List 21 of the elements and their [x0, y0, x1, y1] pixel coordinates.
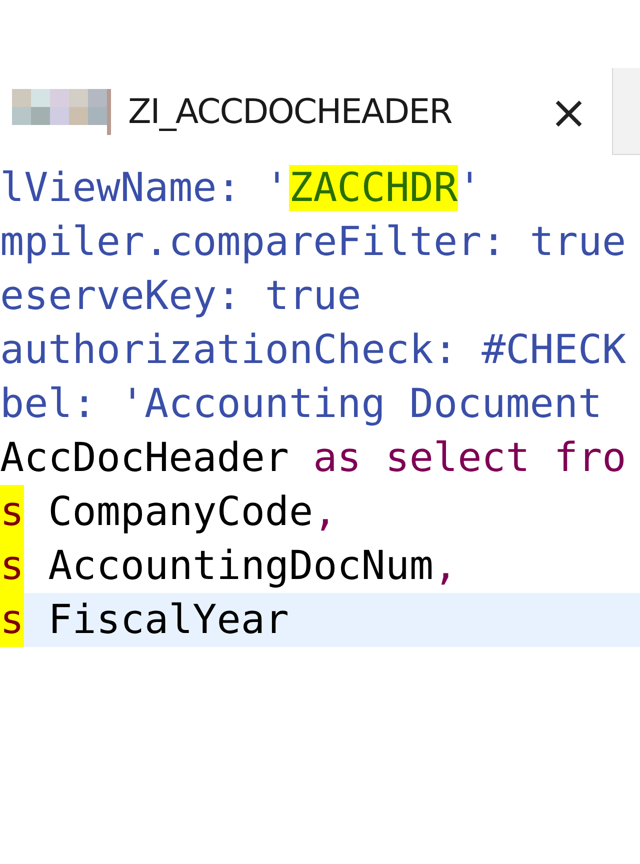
code-token: s [0, 485, 24, 539]
code-token: FiscalYear [47, 597, 289, 643]
blurred-icon [12, 88, 112, 134]
code-token: , [434, 543, 458, 589]
code-token: mpiler.compareFilter: true [0, 219, 626, 265]
code-token: , [313, 489, 338, 535]
code-token: ' [458, 165, 482, 211]
code-token: AccDocHeader [0, 435, 290, 481]
code-token: as select fro [313, 435, 626, 481]
code-token: ZACCHDR [288, 165, 458, 211]
tab-title: ZI_ACCDOCHEADER [128, 92, 452, 132]
close-button[interactable]: × [549, 88, 588, 134]
code-token: AccountingDocNum [47, 543, 434, 589]
next-tab[interactable] [612, 68, 640, 155]
code-token: eserveKey: true [0, 273, 362, 319]
code-token: s [0, 539, 24, 593]
code-token: CompanyCode [47, 489, 314, 535]
code-token: authorizationCheck: #CHECK [0, 327, 626, 373]
code-token: s [0, 593, 24, 647]
code-token: bel: 'Accounting Document [0, 381, 604, 427]
code-token: lViewName: ' [0, 165, 289, 211]
